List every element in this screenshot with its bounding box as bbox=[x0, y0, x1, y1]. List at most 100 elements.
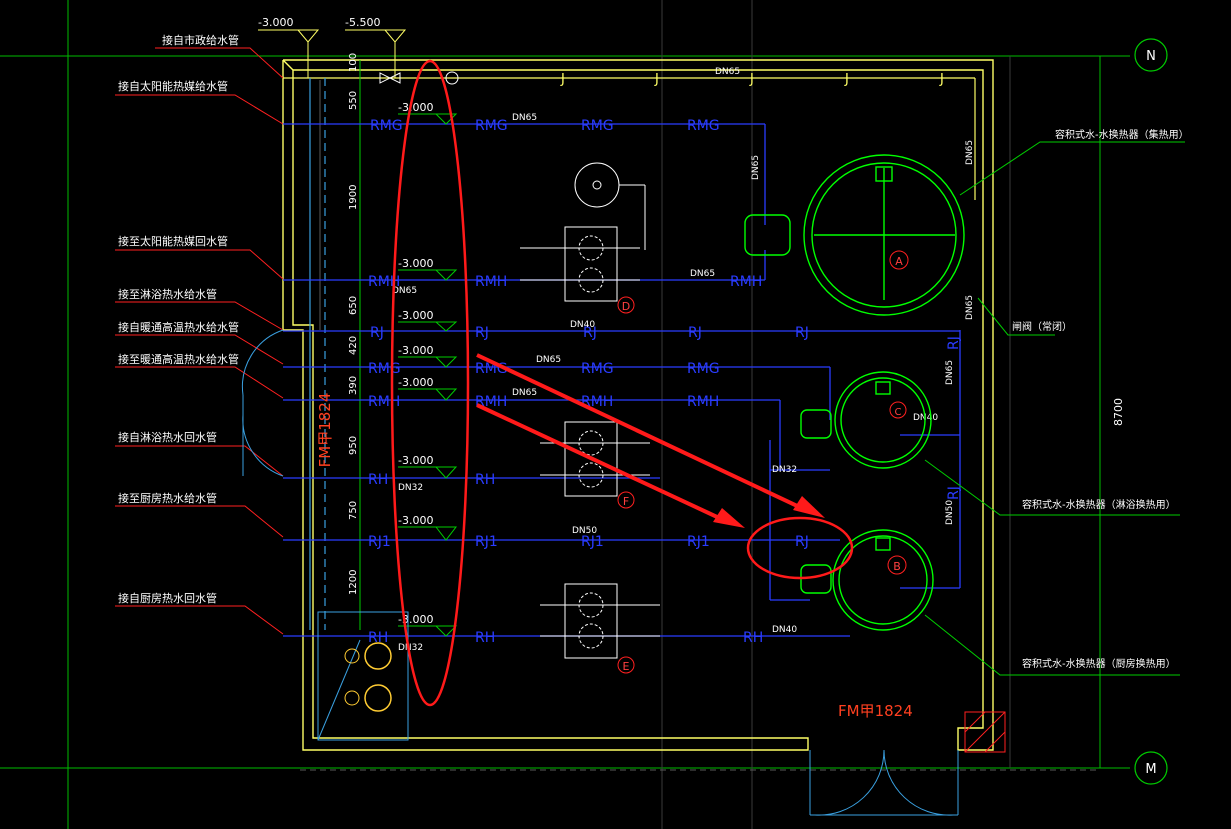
heater-a: A bbox=[744, 154, 965, 316]
svg-text:DN32: DN32 bbox=[772, 465, 797, 475]
grid-bubble-n: N bbox=[1134, 38, 1168, 72]
svg-text:RMG: RMG bbox=[687, 361, 720, 377]
svg-text:RMH: RMH bbox=[475, 274, 507, 290]
svg-text:-3.000: -3.000 bbox=[398, 454, 433, 467]
svg-text:DN40: DN40 bbox=[772, 625, 797, 635]
label-solar-return: 接至太阳能热媒回水管 bbox=[118, 234, 228, 248]
svg-text:DN65: DN65 bbox=[512, 113, 537, 123]
grid-label-n: N bbox=[1146, 49, 1156, 64]
heater-b-desc: 容积式水-水换热器（厨房换热用） bbox=[1022, 657, 1176, 670]
svg-text:-3.000: -3.000 bbox=[398, 101, 433, 114]
svg-text:1200: 1200 bbox=[348, 570, 359, 595]
svg-text:650: 650 bbox=[348, 296, 359, 315]
heater-b: B bbox=[800, 529, 934, 631]
svg-text:RJ1: RJ1 bbox=[581, 534, 604, 550]
svg-text:J: J bbox=[939, 72, 944, 87]
heater-b-label: B bbox=[893, 560, 901, 573]
svg-text:RJ: RJ bbox=[946, 486, 962, 500]
label-bath-return: 接自淋浴热水回水管 bbox=[118, 430, 217, 444]
pump-e-label: E bbox=[623, 660, 630, 673]
pump-e: E bbox=[540, 583, 660, 674]
dn-j: DN65 bbox=[715, 67, 740, 77]
cad-drawing: N M 8700 接自市政给水管 接自太阳能热媒给水管 接至太阳能热媒回水管 接… bbox=[0, 0, 1231, 829]
label-bath-supply: 接至淋浴热水给水管 bbox=[118, 287, 217, 301]
svg-text:1900: 1900 bbox=[348, 185, 359, 210]
svg-text:390: 390 bbox=[348, 376, 359, 395]
svg-text:RMH: RMH bbox=[730, 274, 762, 290]
svg-text:750: 750 bbox=[348, 501, 359, 520]
bottom-door bbox=[809, 749, 959, 816]
svg-text:RMG: RMG bbox=[370, 118, 403, 134]
door-label-left: FM甲1824 bbox=[316, 393, 334, 468]
annotation-arrow-1 bbox=[476, 353, 811, 514]
equipment-box bbox=[317, 611, 409, 741]
svg-text:550: 550 bbox=[348, 91, 359, 110]
svg-text:RMG: RMG bbox=[368, 361, 401, 377]
svg-text:100: 100 bbox=[348, 53, 359, 72]
svg-text:RJ1: RJ1 bbox=[475, 534, 498, 550]
pump-f-label: F bbox=[623, 495, 629, 508]
svg-text:DN65: DN65 bbox=[536, 355, 561, 365]
plan-svg: N M 8700 接自市政给水管 接自太阳能热媒给水管 接至太阳能热媒回水管 接… bbox=[0, 0, 1189, 829]
svg-text:DN65: DN65 bbox=[392, 286, 417, 296]
j-codes: J J J J J bbox=[560, 72, 944, 87]
svg-text:RMH: RMH bbox=[368, 394, 400, 410]
column-hatch bbox=[964, 711, 1006, 753]
svg-text:DN40: DN40 bbox=[913, 413, 938, 423]
svg-text:DN50: DN50 bbox=[572, 526, 597, 536]
svg-text:RH: RH bbox=[368, 472, 388, 488]
svg-text:-3.000: -3.000 bbox=[398, 309, 433, 322]
svg-text:DN32: DN32 bbox=[398, 643, 423, 653]
svg-text:RJ: RJ bbox=[795, 325, 809, 341]
annotation-arrow-2 bbox=[476, 403, 731, 525]
svg-text:RJ: RJ bbox=[688, 325, 702, 341]
heater-c-label: C bbox=[895, 407, 902, 418]
annotation-marks bbox=[390, 59, 854, 707]
svg-text:RJ: RJ bbox=[475, 325, 489, 341]
svg-text:J: J bbox=[560, 72, 565, 87]
grid-label-m: M bbox=[1145, 762, 1156, 777]
svg-text:DN40: DN40 bbox=[570, 320, 595, 330]
heater-a-label: A bbox=[895, 255, 903, 268]
pump-d-label: D bbox=[622, 300, 630, 313]
heater-c-desc: 容积式水-水换热器（淋浴换热用） bbox=[1022, 498, 1176, 511]
valve-note: 闸阀（常闭） bbox=[1012, 320, 1072, 333]
grid-bubble-m: M bbox=[1134, 751, 1168, 785]
svg-text:RH: RH bbox=[475, 630, 495, 646]
svg-text:950: 950 bbox=[348, 436, 359, 455]
svg-text:DN50: DN50 bbox=[945, 500, 955, 525]
leader-lines bbox=[115, 47, 284, 635]
pump-d: D bbox=[520, 162, 646, 314]
svg-text:RJ1: RJ1 bbox=[687, 534, 710, 550]
svg-text:DN65: DN65 bbox=[751, 155, 761, 180]
svg-text:RMG: RMG bbox=[581, 118, 614, 134]
door-label-bottom: FM甲1824 bbox=[838, 702, 913, 720]
svg-text:DN65: DN65 bbox=[945, 360, 955, 385]
label-solar-supply: 接自太阳能热媒给水管 bbox=[118, 79, 228, 93]
svg-text:-3.000: -3.000 bbox=[398, 344, 433, 357]
pipe-labels: 接自市政给水管 接自太阳能热媒给水管 接至太阳能热媒回水管 接至淋浴热水给水管 … bbox=[118, 33, 239, 605]
svg-text:RMG: RMG bbox=[475, 118, 508, 134]
supply-pipes bbox=[283, 123, 961, 637]
label-kitchen-supply: 接至厨房热水给水管 bbox=[118, 491, 217, 505]
elevation-top-2: -5.500 bbox=[345, 16, 380, 29]
svg-text:-3.000: -3.000 bbox=[398, 257, 433, 270]
svg-text:DN65: DN65 bbox=[690, 269, 715, 279]
dimension-values: 100 550 1900 650 420 390 950 750 1200 bbox=[348, 53, 359, 595]
heater-a-desc: 容积式水-水换热器（集热用） bbox=[1055, 128, 1189, 141]
svg-text:RMH: RMH bbox=[687, 394, 719, 410]
label-hvac-return: 接至暖通高温热水给水管 bbox=[118, 352, 239, 366]
label-kitchen-return: 接自厨房热水回水管 bbox=[118, 591, 217, 605]
svg-text:DN65: DN65 bbox=[512, 388, 537, 398]
heater-descriptions: 容积式水-水换热器（集热用） 容积式水-水换热器（淋浴换热用） 容积式水-水换热… bbox=[924, 128, 1189, 676]
overall-dimension: 8700 bbox=[1112, 398, 1125, 426]
svg-text:RJ: RJ bbox=[946, 336, 962, 350]
svg-text:RJ: RJ bbox=[370, 325, 384, 341]
svg-text:RH: RH bbox=[743, 630, 763, 646]
svg-text:-3.000: -3.000 bbox=[398, 376, 433, 389]
svg-text:420: 420 bbox=[348, 336, 359, 355]
svg-text:DN65: DN65 bbox=[965, 295, 975, 320]
pump-f: F bbox=[540, 421, 650, 509]
pipe-elevations: -3.000 -3.000 -3.000 -3.000 -3.000 -3.00… bbox=[398, 101, 458, 637]
svg-text:DN65: DN65 bbox=[965, 140, 975, 165]
